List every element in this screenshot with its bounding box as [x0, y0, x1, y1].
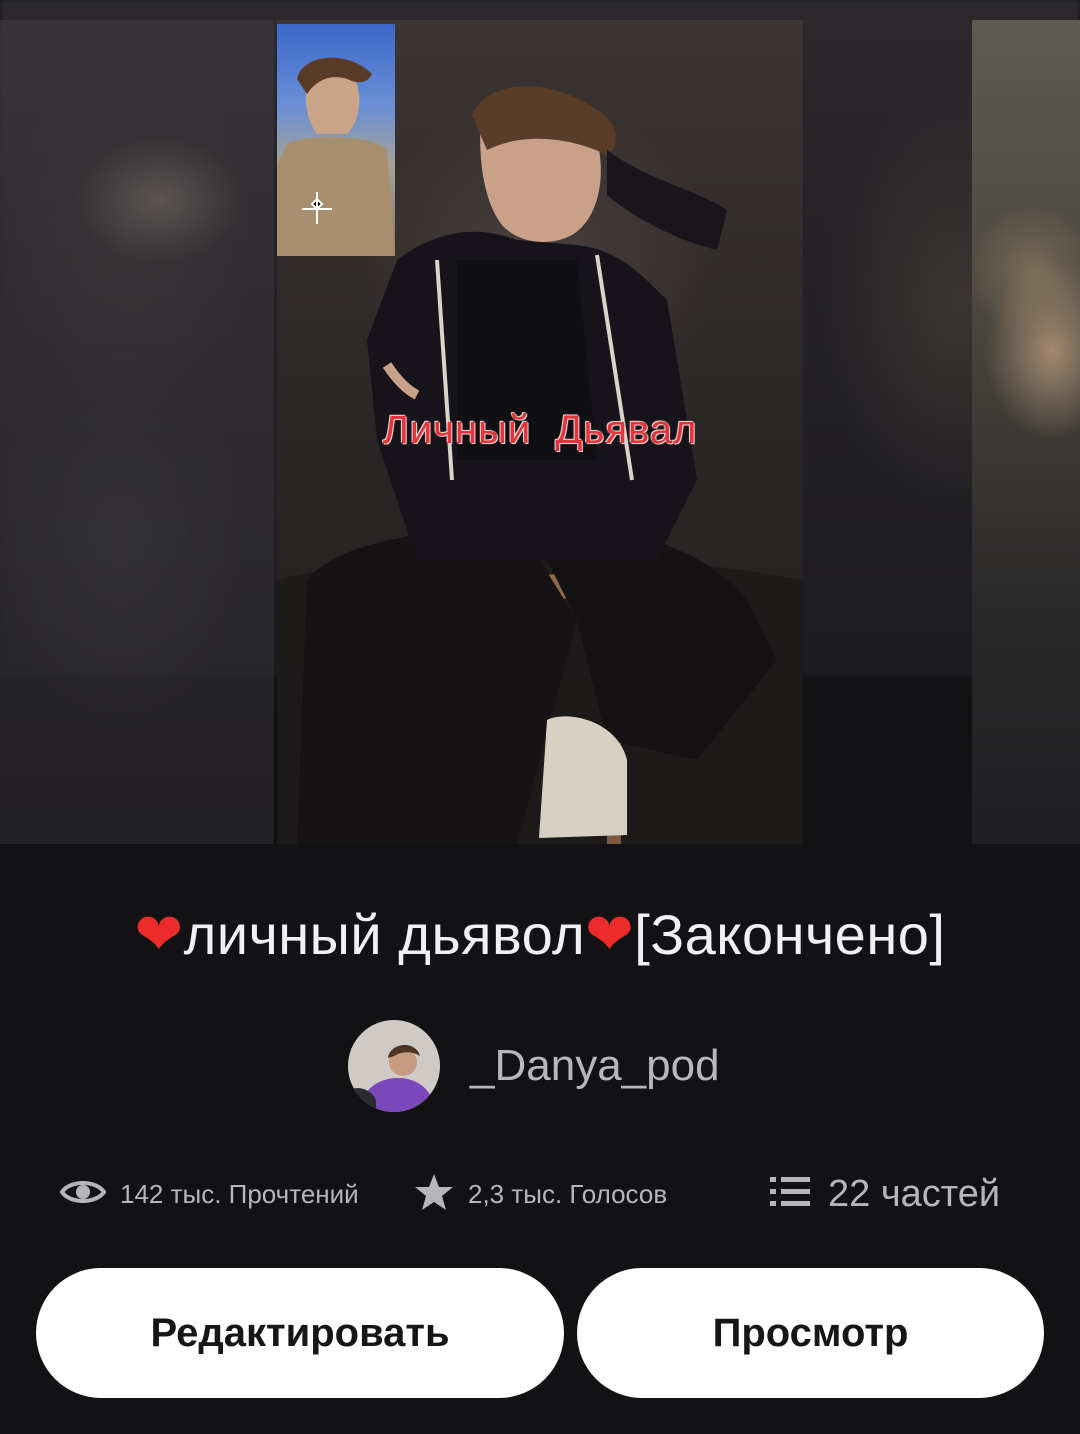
- story-title: ❤личный дьявол❤[Закончено]: [0, 900, 1080, 968]
- previous-story-cover[interactable]: [0, 20, 274, 844]
- avatar[interactable]: [348, 1020, 440, 1112]
- heart-emoji-left: ❤: [134, 900, 184, 968]
- parts-count[interactable]: 22 частей: [828, 1173, 1000, 1216]
- heart-emoji-right: ❤: [585, 900, 635, 968]
- edit-button[interactable]: Редактировать: [36, 1268, 564, 1398]
- parts-stat[interactable]: 22 частей: [770, 1164, 1000, 1224]
- cover-overlay-text: Личный Дьявал: [382, 408, 698, 452]
- story-status: [Закончено]: [634, 903, 946, 966]
- reads-stat: 142 тыс. Прочтений: [59, 1164, 359, 1224]
- reads-count: 142 тыс. Прочтений: [120, 1178, 359, 1209]
- cover-inset-photo: [277, 24, 395, 256]
- next-story-cover[interactable]: [972, 20, 1080, 844]
- story-cover[interactable]: Личный Дьявал: [277, 20, 803, 844]
- list-icon: [770, 1175, 810, 1214]
- view-button[interactable]: Просмотр: [577, 1268, 1044, 1398]
- author-link[interactable]: _Danya_pod: [348, 1020, 720, 1112]
- votes-stat: 2,3 тыс. Голосов: [414, 1164, 667, 1224]
- story-stats: 142 тыс. Прочтений 2,3 тыс. Голосов 22 ч…: [0, 1164, 1080, 1224]
- eye-icon: [59, 1177, 107, 1212]
- star-icon: [414, 1173, 454, 1216]
- votes-count: 2,3 тыс. Голосов: [468, 1178, 668, 1209]
- story-title-text: личный дьявол: [183, 903, 586, 966]
- author-name[interactable]: _Danya_pod: [470, 1041, 720, 1091]
